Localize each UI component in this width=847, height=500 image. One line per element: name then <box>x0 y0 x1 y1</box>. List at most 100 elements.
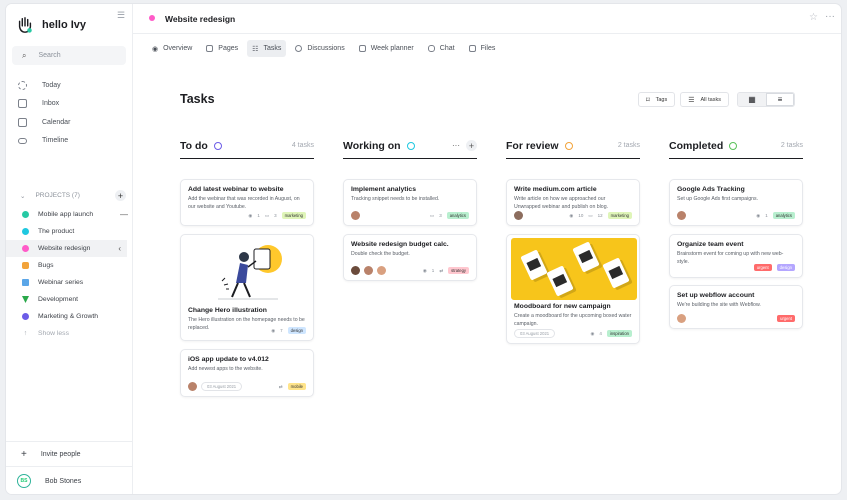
project-label: Bugs <box>38 262 54 269</box>
view-count: 1 <box>765 213 768 218</box>
more-icon[interactable]: — <box>120 210 128 219</box>
task-card[interactable]: Implement analytics Tracking snippet nee… <box>343 179 477 226</box>
nav-timeline[interactable]: Timeline <box>18 132 70 151</box>
timeline-icon <box>18 137 27 144</box>
comment-count: 3 <box>439 213 442 218</box>
card-footer: ◉ 1 analytics <box>677 211 795 220</box>
task-card[interactable]: Google Ads Tracking Set up Google Ads fi… <box>669 179 803 226</box>
project-item[interactable]: The product <box>20 223 134 240</box>
nav-calendar[interactable]: Calendar <box>18 113 70 132</box>
comment-count: 12 <box>597 213 603 218</box>
project-item[interactable]: Mobile app launch — <box>20 206 134 223</box>
app-name: hello Ivy <box>42 19 87 31</box>
project-item[interactable]: Bugs <box>20 257 134 274</box>
project-item[interactable]: Marketing & Growth <box>20 308 134 325</box>
card-title: Write medium.com article <box>514 186 597 193</box>
task-card[interactable]: Website redesign budget calc. Double che… <box>343 234 477 281</box>
card-footer: urgent design <box>677 263 795 272</box>
avatar: BS <box>17 474 31 488</box>
star-icon[interactable]: ☆ <box>809 12 818 23</box>
tag-badge: design <box>287 327 306 334</box>
app-logo[interactable]: hello Ivy <box>16 16 86 34</box>
inbox-icon <box>18 99 27 109</box>
more-icon[interactable]: ··· <box>825 11 835 22</box>
tag-badge: analytics <box>446 212 469 219</box>
nav-label: Timeline <box>42 137 69 145</box>
tag-badge: inspiration <box>606 330 632 337</box>
task-card[interactable]: Moodboard for new campaign Create a mood… <box>506 234 640 344</box>
user-profile[interactable]: BS Bob Stones <box>6 466 133 494</box>
eye-icon: ◉ <box>756 212 761 218</box>
invite-label: Invite people <box>40 450 81 458</box>
comment-count: 3 <box>274 213 277 218</box>
nav-inbox[interactable]: Inbox <box>18 95 70 114</box>
project-list: Mobile app launch — The product Website r… <box>6 206 134 342</box>
tab-label: Week planner <box>370 45 414 52</box>
avatar <box>677 211 686 220</box>
task-toolbar: ⌑ Tags ☰ All tasks ▦ ≡ <box>638 92 795 107</box>
tag-badge: mobile <box>287 383 306 390</box>
status-ring-icon <box>729 141 738 150</box>
card-title: Moodboard for new campaign <box>514 303 611 310</box>
task-card[interactable]: Set up webflow account We're building th… <box>669 285 803 329</box>
tab-discussions[interactable]: Discussions <box>290 40 349 57</box>
tag-badge: urgent <box>753 264 772 271</box>
tab-label: Pages <box>218 45 239 52</box>
tab-label: Tasks <box>263 45 282 52</box>
add-task-button[interactable]: + <box>466 140 477 151</box>
column-completed: Completed 2 tasks Google Ads Tracking Se… <box>669 137 803 329</box>
tag-badge: marketing <box>607 212 632 219</box>
add-project-button[interactable]: + <box>115 190 126 201</box>
tag-badge: strategy <box>448 267 469 274</box>
projects-header[interactable]: ⌄ PROJECTS (7) + <box>20 190 126 201</box>
nav-today[interactable]: Today <box>18 76 70 95</box>
tab-week-planner[interactable]: Week planner <box>354 40 419 57</box>
task-card[interactable]: Add latest webinar to website Add the we… <box>180 179 314 226</box>
collapse-sidebar-icon[interactable]: ☰ <box>117 10 125 21</box>
more-icon[interactable]: ··· <box>452 141 460 150</box>
tab-tasks[interactable]: ☷ Tasks <box>247 40 287 57</box>
tags-label: Tags <box>655 96 668 103</box>
column-title: For review <box>506 139 559 152</box>
task-card[interactable]: Write medium.com article Write article o… <box>506 179 640 226</box>
card-footer: ◉ 1 ▭ 3 marketing <box>188 211 306 220</box>
project-item-active[interactable]: Website redesign ‹ <box>6 240 127 257</box>
project-item[interactable]: Webinar series <box>20 274 134 291</box>
task-card[interactable]: Organize team event Brainstorm event for… <box>669 234 803 278</box>
tags-button[interactable]: ⌑ Tags <box>638 92 676 107</box>
tab-chat[interactable]: Chat <box>423 40 460 57</box>
tab-pages[interactable]: Pages <box>201 40 243 57</box>
pages-icon <box>206 45 214 52</box>
task-card[interactable]: Change Hero illustration The Hero illust… <box>180 234 314 341</box>
arrow-up-icon: ↑ <box>23 330 28 337</box>
tab-overview[interactable]: ◉ Overview <box>147 40 197 57</box>
grid-view-icon[interactable]: ▦ <box>737 93 766 106</box>
tab-files[interactable]: Files <box>464 40 501 57</box>
search-input[interactable]: ⌕ Search <box>12 46 126 65</box>
card-footer: ▭ 3 analytics <box>351 211 469 220</box>
app-window: hello Ivy ☰ ⌕ Search Today Inbox Calenda… <box>6 4 841 494</box>
card-description: We're building the site with Webflow. <box>677 302 761 308</box>
subtasks-icon: ⇄ <box>278 383 283 389</box>
list-view-icon[interactable]: ≡ <box>765 93 794 106</box>
project-item[interactable]: Development <box>20 291 134 308</box>
project-label: The product <box>38 228 75 235</box>
person-illustration-icon <box>218 245 282 300</box>
webinar-icon <box>22 279 29 286</box>
view-count: 1 <box>257 213 260 218</box>
project-label: Marketing & Growth <box>38 313 99 320</box>
card-title: Google Ads Tracking <box>677 186 745 193</box>
card-footer: 03 August 2021 ⇄ mobile <box>188 382 306 391</box>
hero-illustration <box>188 235 306 307</box>
show-less-label: Show less <box>38 330 69 337</box>
due-date[interactable]: 03 August 2021 <box>514 329 556 338</box>
show-less-link[interactable]: ↑ Show less <box>20 325 134 342</box>
task-card[interactable]: iOS app update to v4.012 Add newest apps… <box>180 349 314 397</box>
all-tasks-label: All tasks <box>700 96 721 103</box>
due-date[interactable]: 03 August 2021 <box>201 382 243 391</box>
avatar <box>514 211 523 220</box>
invite-people-button[interactable]: + Invite people <box>6 442 133 466</box>
column-count: 4 tasks <box>291 142 314 149</box>
card-meta: ◉ 10 ▭ 12 marketing <box>569 212 632 219</box>
all-tasks-button[interactable]: ☰ All tasks <box>680 92 729 107</box>
